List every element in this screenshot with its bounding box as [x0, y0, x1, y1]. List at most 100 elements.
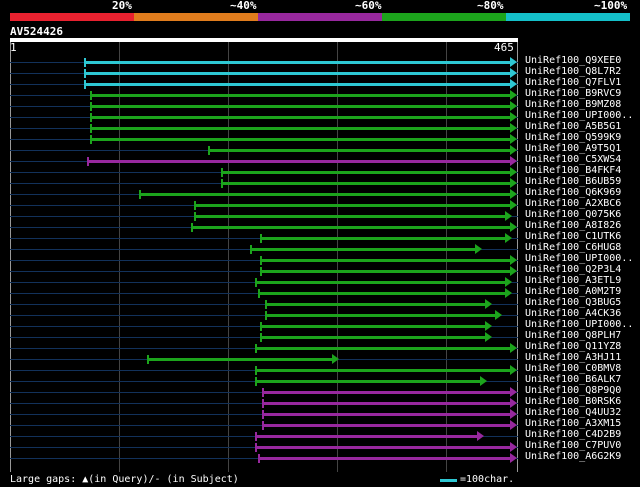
- alignment-end-arrow-icon: [510, 255, 517, 265]
- alignment-bar[interactable]: [262, 391, 510, 394]
- scale-swatch: [440, 479, 457, 482]
- alignment-start-mark: [255, 366, 257, 375]
- alignment-start-mark: [84, 58, 86, 67]
- alignment-end-arrow-icon: [510, 156, 517, 166]
- alignment-end-arrow-icon: [495, 310, 502, 320]
- alignment-end-arrow-icon: [510, 79, 517, 89]
- alignment-end-arrow-icon: [510, 90, 517, 100]
- legend-segment-20: [10, 13, 134, 21]
- alignment-end-arrow-icon: [510, 442, 517, 452]
- legend-label-80: ~80%: [477, 0, 504, 12]
- legend-label-60: ~60%: [355, 0, 382, 12]
- alignment-start-mark: [221, 179, 223, 188]
- alignment-end-arrow-icon: [510, 343, 517, 353]
- alignment-end-arrow-icon: [480, 376, 487, 386]
- alignment-start-mark: [262, 421, 264, 430]
- alignment-bar[interactable]: [260, 336, 485, 339]
- alignment-end-arrow-icon: [510, 57, 517, 67]
- alignment-start-mark: [262, 399, 264, 408]
- legend-segment-80: [382, 13, 506, 21]
- alignment-bar[interactable]: [84, 72, 510, 75]
- alignment-end-arrow-icon: [485, 299, 492, 309]
- alignment-bar[interactable]: [258, 292, 505, 295]
- alignment-start-mark: [84, 80, 86, 89]
- alignment-bar[interactable]: [265, 314, 495, 317]
- alignment-start-mark: [90, 102, 92, 111]
- alignment-end-arrow-icon: [510, 200, 517, 210]
- query-end-tick: 465: [494, 41, 514, 54]
- alignment-bar[interactable]: [90, 116, 510, 119]
- alignment-start-mark: [87, 157, 89, 166]
- alignment-bar[interactable]: [260, 259, 510, 262]
- alignment-end-arrow-icon: [510, 112, 517, 122]
- alignment-bar[interactable]: [208, 149, 510, 152]
- alignment-bar[interactable]: [262, 402, 510, 405]
- alignment-start-mark: [139, 190, 141, 199]
- alignment-bar[interactable]: [255, 369, 510, 372]
- alignment-bar[interactable]: [221, 171, 510, 174]
- alignment-bar[interactable]: [194, 204, 510, 207]
- alignment-start-mark: [147, 355, 149, 364]
- alignment-end-arrow-icon: [510, 145, 517, 155]
- hit-label[interactable]: UniRef100_A6G2K9: [525, 451, 621, 463]
- alignment-bar[interactable]: [255, 281, 505, 284]
- legend-segment-60: [258, 13, 382, 21]
- alignment-bar[interactable]: [221, 182, 510, 185]
- alignment-end-arrow-icon: [510, 134, 517, 144]
- alignment-start-mark: [90, 124, 92, 133]
- alignment-end-arrow-icon: [485, 332, 492, 342]
- alignment-start-mark: [208, 146, 210, 155]
- alignment-bar[interactable]: [90, 94, 510, 97]
- alignment-bar[interactable]: [191, 226, 510, 229]
- alignment-end-arrow-icon: [475, 244, 482, 254]
- alignment-start-mark: [255, 443, 257, 452]
- alignment-end-arrow-icon: [510, 453, 517, 463]
- alignment-end-arrow-icon: [510, 167, 517, 177]
- alignment-bar[interactable]: [90, 105, 510, 108]
- alignment-bar[interactable]: [87, 160, 510, 163]
- alignment-start-mark: [84, 69, 86, 78]
- alignment-bar[interactable]: [255, 435, 477, 438]
- alignment-bar[interactable]: [255, 446, 510, 449]
- alignment-bar[interactable]: [260, 237, 505, 240]
- alignment-bar[interactable]: [84, 61, 510, 64]
- alignment-end-arrow-icon: [510, 266, 517, 276]
- alignment-start-mark: [255, 432, 257, 441]
- alignment-bar[interactable]: [262, 413, 510, 416]
- alignment-end-arrow-icon: [332, 354, 339, 364]
- hit-row[interactable]: UniRef100_A6G2K9: [0, 451, 640, 464]
- alignment-end-arrow-icon: [510, 189, 517, 199]
- alignment-bar[interactable]: [255, 347, 510, 350]
- alignment-start-mark: [90, 113, 92, 122]
- query-name: AV524426: [10, 25, 63, 38]
- alignment-bar[interactable]: [147, 358, 332, 361]
- alignment-bar[interactable]: [255, 380, 480, 383]
- alignment-start-mark: [265, 311, 267, 320]
- alignment-start-mark: [265, 300, 267, 309]
- alignment-end-arrow-icon: [485, 321, 492, 331]
- alignment-bar[interactable]: [90, 138, 510, 141]
- alignment-start-mark: [260, 333, 262, 342]
- alignment-start-mark: [260, 256, 262, 265]
- alignment-bar[interactable]: [265, 303, 485, 306]
- alignment-bar[interactable]: [250, 248, 475, 251]
- alignment-start-mark: [262, 388, 264, 397]
- alignment-end-arrow-icon: [510, 178, 517, 188]
- alignment-bar[interactable]: [90, 127, 510, 130]
- alignment-bar[interactable]: [84, 83, 510, 86]
- alignment-bar[interactable]: [139, 193, 510, 196]
- alignment-bar[interactable]: [260, 325, 485, 328]
- alignment-end-arrow-icon: [477, 431, 484, 441]
- alignment-bar[interactable]: [262, 424, 510, 427]
- alignment-start-mark: [194, 201, 196, 210]
- alignment-end-arrow-icon: [505, 233, 512, 243]
- alignment-bar[interactable]: [260, 270, 510, 273]
- alignment-bar[interactable]: [258, 457, 510, 460]
- alignment-start-mark: [221, 168, 223, 177]
- alignment-end-arrow-icon: [510, 420, 517, 430]
- alignment-bar[interactable]: [194, 215, 505, 218]
- alignment-end-arrow-icon: [505, 211, 512, 221]
- legend-label-100: ~100%: [594, 0, 628, 12]
- alignment-start-mark: [258, 454, 260, 463]
- scale-label: =100char.: [460, 474, 515, 485]
